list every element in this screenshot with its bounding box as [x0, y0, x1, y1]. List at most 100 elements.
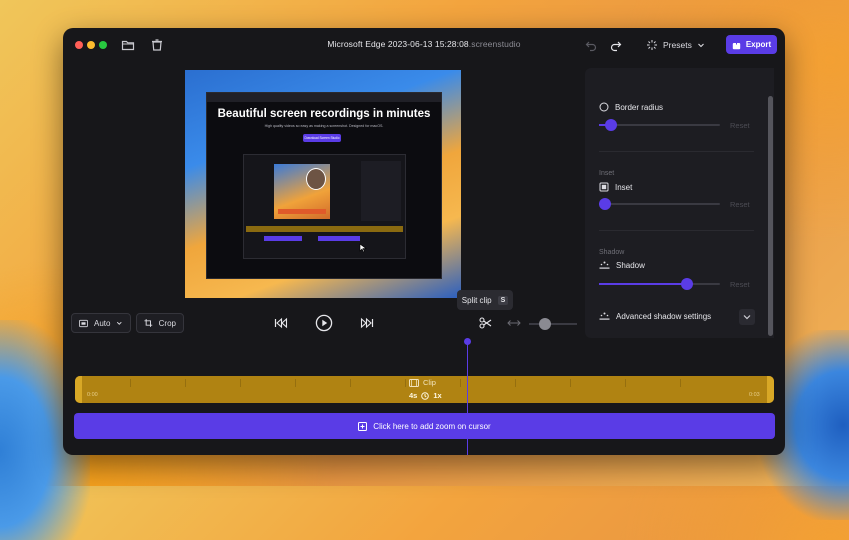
- skip-back-icon[interactable]: [273, 315, 289, 331]
- video-preview[interactable]: Beautiful screen recordings in minutes H…: [185, 70, 461, 298]
- crop-icon: [144, 319, 153, 327]
- preview-app-screenshot: [243, 154, 406, 259]
- presets-button[interactable]: Presets: [646, 37, 705, 53]
- aspect-ratio-icon: [79, 319, 88, 327]
- border-radius-slider-knob[interactable]: [605, 119, 618, 131]
- inset-slider[interactable]: [599, 198, 720, 210]
- undo-icon[interactable]: [583, 37, 599, 53]
- title-bar: Microsoft Edge 2023-06-13 15:28:08.scree…: [63, 28, 785, 62]
- preview-video-thumb: [274, 164, 330, 219]
- timeline-tick: [460, 379, 461, 387]
- inset-section-label: Inset: [599, 170, 615, 177]
- scissors-icon[interactable]: [478, 315, 494, 331]
- redo-icon[interactable]: [608, 37, 624, 53]
- preview-settings-panel: [361, 161, 401, 221]
- window-title-main: Microsoft Edge 2023-06-13 15:28:08: [327, 39, 469, 49]
- cursor-icon: [359, 243, 367, 253]
- aspect-ratio-select[interactable]: Auto: [71, 313, 131, 333]
- border-radius-option: Border radius: [599, 102, 663, 112]
- inset-reset-button[interactable]: Reset: [730, 200, 750, 209]
- inset-icon: [599, 182, 609, 192]
- divider: [599, 151, 754, 152]
- presets-label: Presets: [663, 40, 692, 50]
- timeline-tick: [515, 379, 516, 387]
- timeline-tick: [130, 379, 131, 387]
- shadow-slider[interactable]: [599, 278, 720, 290]
- inset-label: Inset: [615, 182, 633, 192]
- export-icon: [732, 39, 741, 49]
- film-icon: [409, 378, 419, 387]
- play-icon: [315, 314, 333, 332]
- timeline-tick: [295, 379, 296, 387]
- settings-scrollbar[interactable]: [768, 96, 773, 336]
- clip-speed: 1x: [433, 391, 442, 400]
- playhead-line[interactable]: [467, 341, 468, 455]
- export-button[interactable]: Export: [726, 35, 777, 54]
- preview-zoom-segment: [318, 236, 360, 241]
- shadow-section-label: Shadow: [599, 249, 625, 256]
- border-radius-icon: [599, 102, 609, 112]
- skip-forward-icon[interactable]: [359, 315, 375, 331]
- app-window: Microsoft Edge 2023-06-13 15:28:08.scree…: [63, 28, 785, 455]
- border-radius-reset-button[interactable]: Reset: [730, 121, 750, 130]
- aspect-ratio-label: Auto: [93, 318, 111, 328]
- timeline-clip[interactable]: 0:00 0:03 Clip 4s 1x: [75, 376, 774, 403]
- speed-slider-knob[interactable]: [539, 318, 551, 330]
- timeline-start-time: 0:00: [87, 392, 98, 398]
- preview-headline: Beautiful screen recordings in minutes: [217, 108, 431, 120]
- chevron-down-icon: [697, 43, 704, 48]
- timeline-tick: [185, 379, 186, 387]
- add-zoom-label: Click here to add zoom on cursor: [373, 421, 491, 431]
- split-clip-shortcut: S: [497, 295, 509, 305]
- play-button[interactable]: [315, 314, 333, 332]
- chevron-down-icon: [117, 321, 123, 325]
- timeline-end-time: 0:03: [749, 392, 760, 398]
- clip-info: 4s 1x: [409, 391, 442, 400]
- clip-duration: 4s: [409, 391, 418, 400]
- shadow-label: Shadow: [616, 261, 645, 270]
- clip-title: Clip: [409, 378, 436, 387]
- clip-end-handle[interactable]: [767, 376, 774, 403]
- timeline-tick: [350, 379, 351, 387]
- browser-toolbar: [207, 93, 441, 102]
- divider: [599, 230, 754, 231]
- timeline-tick: [240, 379, 241, 387]
- recorded-screen: Beautiful screen recordings in minutes H…: [206, 92, 442, 279]
- preview-zoom-segment: [264, 236, 302, 241]
- window-title-extension: .screenstudio: [468, 39, 521, 49]
- preview-caption-bar: [278, 209, 326, 214]
- advanced-shadow-icon: [599, 312, 610, 320]
- shadow-slider-fill: [599, 283, 688, 285]
- timeline-tick: [680, 379, 681, 387]
- speed-slider[interactable]: [529, 318, 577, 330]
- clip-label: Clip: [423, 378, 436, 387]
- preview-webcam-avatar: [306, 168, 326, 190]
- preview-download-button: Download Screen Studio: [303, 134, 341, 142]
- chevron-down-icon: [743, 315, 751, 320]
- split-clip-tooltip: Split clip S: [457, 290, 513, 310]
- advanced-shadow-toggle[interactable]: [739, 309, 755, 325]
- shadow-icon: [599, 261, 610, 269]
- border-radius-slider[interactable]: [599, 119, 720, 131]
- sparkle-icon: [647, 40, 657, 50]
- inset-slider-knob[interactable]: [599, 198, 612, 210]
- preview-timeline-track: [246, 226, 403, 232]
- add-zoom-button[interactable]: Click here to add zoom on cursor: [74, 413, 775, 439]
- advanced-shadow-option[interactable]: Advanced shadow settings: [599, 312, 711, 321]
- inset-option: Inset: [599, 182, 632, 192]
- crop-button[interactable]: Crop: [136, 313, 184, 333]
- speed-icon: [421, 392, 430, 400]
- zoom-add-icon: [358, 421, 368, 431]
- timeline-tick: [405, 379, 406, 387]
- clip-start-handle[interactable]: [75, 376, 82, 403]
- shadow-reset-button[interactable]: Reset: [730, 280, 750, 289]
- timeline-tick: [570, 379, 571, 387]
- split-clip-tooltip-label: Split clip: [461, 295, 492, 305]
- border-radius-label: Border radius: [615, 102, 664, 112]
- export-label: Export: [745, 40, 772, 49]
- speed-arrows-icon: [507, 316, 521, 330]
- shadow-option: Shadow: [599, 261, 645, 270]
- crop-label: Crop: [158, 318, 176, 328]
- timeline-tick: [625, 379, 626, 387]
- advanced-shadow-label: Advanced shadow settings: [616, 312, 712, 321]
